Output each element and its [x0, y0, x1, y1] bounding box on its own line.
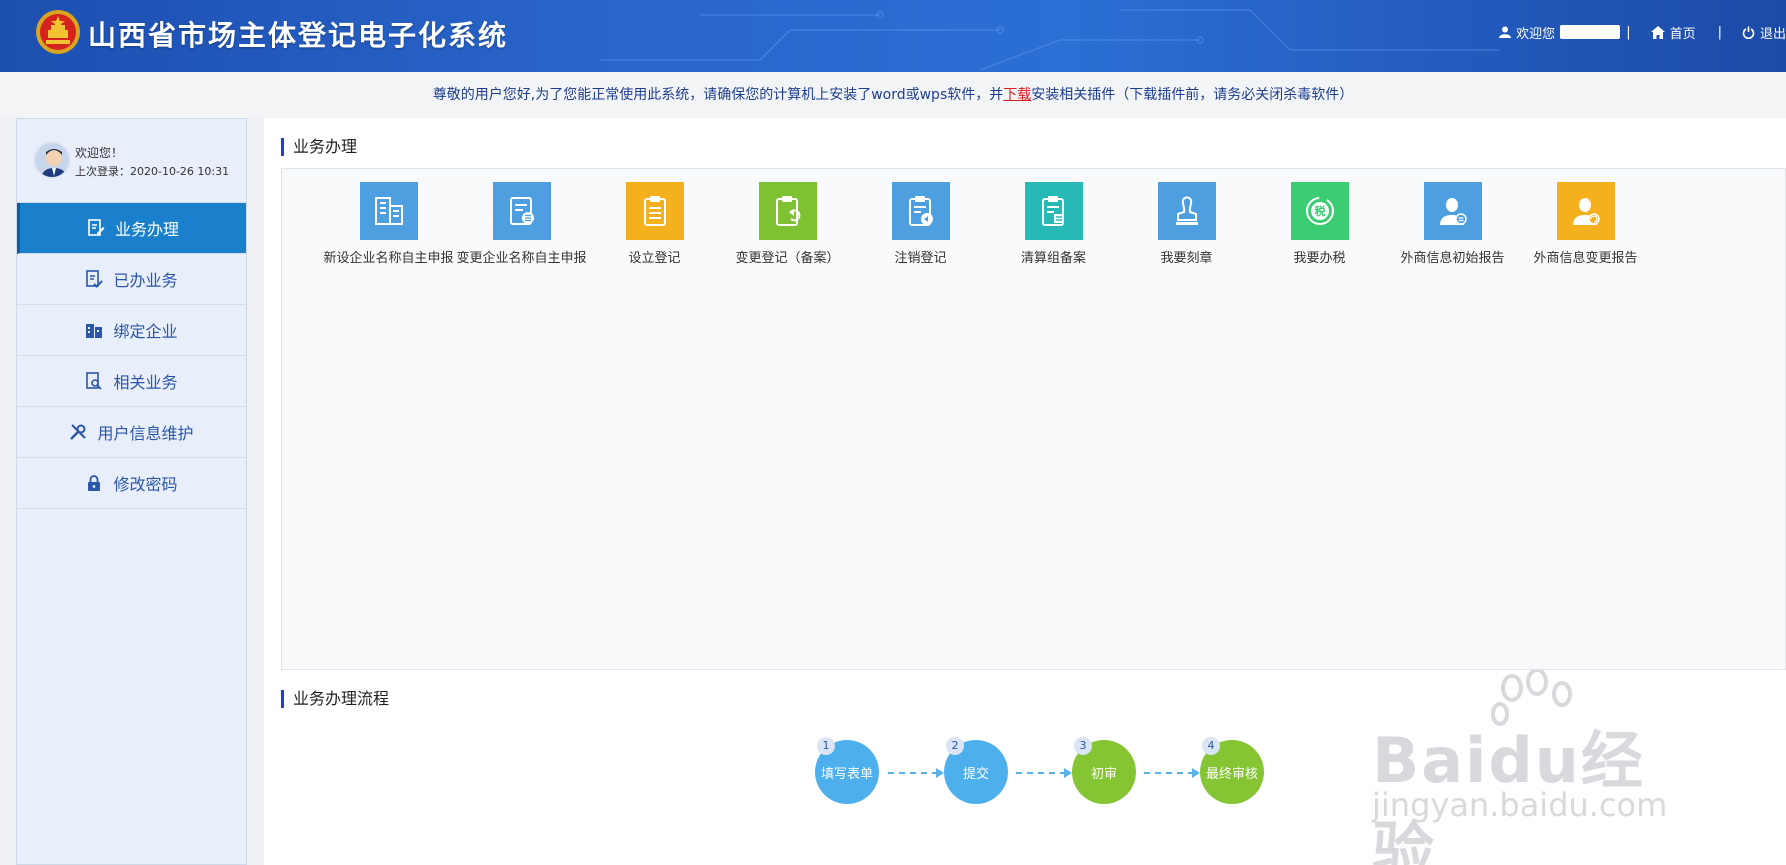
step-label: 最终审核 [1205, 766, 1258, 782]
flow-arrow [1016, 768, 1072, 778]
biz-foreign-initial-report[interactable]: 外商信息初始报告 [1386, 182, 1519, 268]
biz-label: 变更登记（备案） [735, 251, 840, 266]
nav-divider: | [1717, 24, 1722, 40]
sidebar-item-label: 业务办理 [114, 220, 179, 239]
biz-label: 外商信息变更报告 [1533, 251, 1638, 266]
sidebar-item-label: 已办业务 [113, 271, 178, 290]
flow-section-title: 业务办理流程 [281, 690, 389, 708]
step-number: 2 [946, 737, 964, 755]
biz-label: 设立登记 [628, 251, 681, 266]
step-label: 提交 [962, 766, 989, 782]
last-login: 上次登录：2020-10-26 10:31 [75, 165, 230, 178]
clipboard-stamp-icon [1024, 182, 1083, 240]
foreign-person-icon [1423, 182, 1482, 240]
sidebar-item-password[interactable]: 修改密码 [17, 458, 246, 509]
sidebar-item-label: 修改密码 [113, 475, 178, 494]
user-info-box: 欢迎您！ 上次登录：2020-10-26 10:31 [17, 119, 246, 203]
clipboard-icon [625, 182, 684, 240]
sidebar-item-business[interactable]: 业务办理 [17, 203, 246, 254]
seal-icon [1157, 182, 1216, 240]
svg-text:税: 税 [1314, 204, 1325, 218]
sidebar-item-label: 用户信息维护 [97, 424, 194, 443]
download-link[interactable]: 下载 [1003, 87, 1031, 103]
national-emblem-icon [36, 10, 80, 54]
biz-label: 变更企业名称自主申报 [456, 251, 587, 266]
home-link[interactable]: 首页 [1650, 23, 1696, 42]
biz-label: 清算组备案 [1020, 251, 1086, 266]
foreign-person-refresh-icon [1556, 182, 1615, 240]
home-icon [1650, 25, 1665, 39]
biz-label: 外商信息初始报告 [1400, 251, 1505, 266]
biz-change-registration[interactable]: 变更登记（备案） [721, 182, 854, 268]
sidebar-item-label: 绑定企业 [113, 322, 178, 341]
biz-establish-registration[interactable]: 设立登记 [588, 182, 721, 268]
power-icon [1742, 26, 1755, 39]
clipboard-refresh-icon [758, 182, 817, 240]
flow-step-fill-form: 1 填写表单 [815, 737, 879, 804]
sidebar-item-user-info[interactable]: 用户信息维护 [17, 407, 246, 458]
sidebar-menu: 业务办理 已办业务 绑定企业 相关业务 用户信息维护 修改密码 [17, 203, 246, 509]
building-icon [86, 324, 103, 338]
biz-label: 注销登记 [894, 251, 947, 266]
biz-foreign-change-report[interactable]: 外商信息变更报告 [1519, 182, 1652, 268]
business-section-title: 业务办理 [281, 138, 357, 156]
tax-icon: 税 [1290, 182, 1349, 240]
building-doc-icon [359, 182, 418, 240]
biz-label: 新设企业名称自主申报 [323, 251, 454, 266]
biz-cancel-registration[interactable]: 注销登记 [854, 182, 987, 268]
user-icon [1499, 26, 1512, 38]
sidebar-welcome: 欢迎您！ [75, 146, 124, 160]
biz-label: 我要刻章 [1160, 251, 1213, 266]
clipboard-cancel-icon [891, 182, 950, 240]
biz-change-name-declare[interactable]: 变更企业名称自主申报 [455, 182, 588, 268]
business-panel: 新设企业名称自主申报 变更企业名称自主申报 设立登记 变更登记（备案） 注销登记 [281, 168, 1786, 670]
avatar-person-icon [41, 149, 67, 177]
logout-label: 退出 [1759, 26, 1786, 42]
biz-engrave-seal[interactable]: 我要刻章 [1120, 182, 1253, 268]
step-label: 填写表单 [820, 766, 873, 782]
step-number: 3 [1074, 737, 1092, 755]
sidebar-item-bind-company[interactable]: 绑定企业 [17, 305, 246, 356]
step-number: 1 [817, 737, 835, 755]
home-label: 首页 [1669, 26, 1696, 42]
step-number: 4 [1202, 737, 1220, 755]
lock-icon [88, 475, 101, 491]
sidebar-item-related[interactable]: 相关业务 [17, 356, 246, 407]
masked-username [1560, 25, 1621, 39]
nav-divider: | [1626, 24, 1631, 40]
notice-text-pre: 尊敬的用户您好,为了您能正常使用此系统，请确保您的计算机上安装了word或wps… [432, 87, 1004, 103]
search-doc-icon [86, 372, 103, 390]
flow-arrow [1144, 768, 1200, 778]
flow-arrow [888, 768, 944, 778]
sidebar-item-done[interactable]: 已办业务 [17, 254, 246, 305]
sidebar-item-label: 相关业务 [113, 373, 178, 392]
business-flow: 1 填写表单 2 提交 3 初审 4 最终审核 [264, 718, 1786, 838]
logout-link[interactable]: 退出 [1742, 23, 1786, 42]
biz-new-name-declare[interactable]: 新设企业名称自主申报 [322, 182, 455, 268]
sidebar: 欢迎您！ 上次登录：2020-10-26 10:31 业务办理 已办业务 绑定企… [16, 118, 247, 865]
wrench-icon [70, 424, 87, 440]
notice-text-post: 安装相关插件（下载插件前，请务必关闭杀毒软件） [1031, 87, 1354, 103]
top-nav: 欢迎您 | 首页 | 退出 [1499, 20, 1786, 44]
top-header: 山西省市场主体登记电子化系统 欢迎您 | 首页 | 退出 [0, 0, 1786, 72]
biz-tax[interactable]: 税 我要办税 [1253, 182, 1386, 268]
plugin-notice: 尊敬的用户您好,为了您能正常使用此系统，请确保您的计算机上安装了word或wps… [0, 72, 1786, 118]
checked-doc-icon [86, 270, 104, 288]
list-doc-icon [492, 182, 551, 240]
system-title: 山西省市场主体登记电子化系统 [88, 19, 509, 52]
user-welcome[interactable]: 欢迎您 [1499, 23, 1621, 42]
flow-step-final-review: 4 最终审核 [1200, 737, 1264, 804]
biz-label: 我要办税 [1293, 251, 1346, 266]
main-content: 业务办理 新设企业名称自主申报 变更企业名称自主申报 设立登记 变更登记（备案） [264, 118, 1786, 865]
biz-liquidation-filing[interactable]: 清算组备案 [987, 182, 1120, 268]
step-label: 初审 [1090, 766, 1117, 782]
edit-doc-icon [88, 219, 105, 236]
welcome-text: 欢迎您 [1516, 26, 1556, 42]
flow-step-preliminary-review: 3 初审 [1072, 737, 1136, 804]
avatar [33, 141, 71, 179]
flow-step-submit: 2 提交 [944, 737, 1008, 804]
